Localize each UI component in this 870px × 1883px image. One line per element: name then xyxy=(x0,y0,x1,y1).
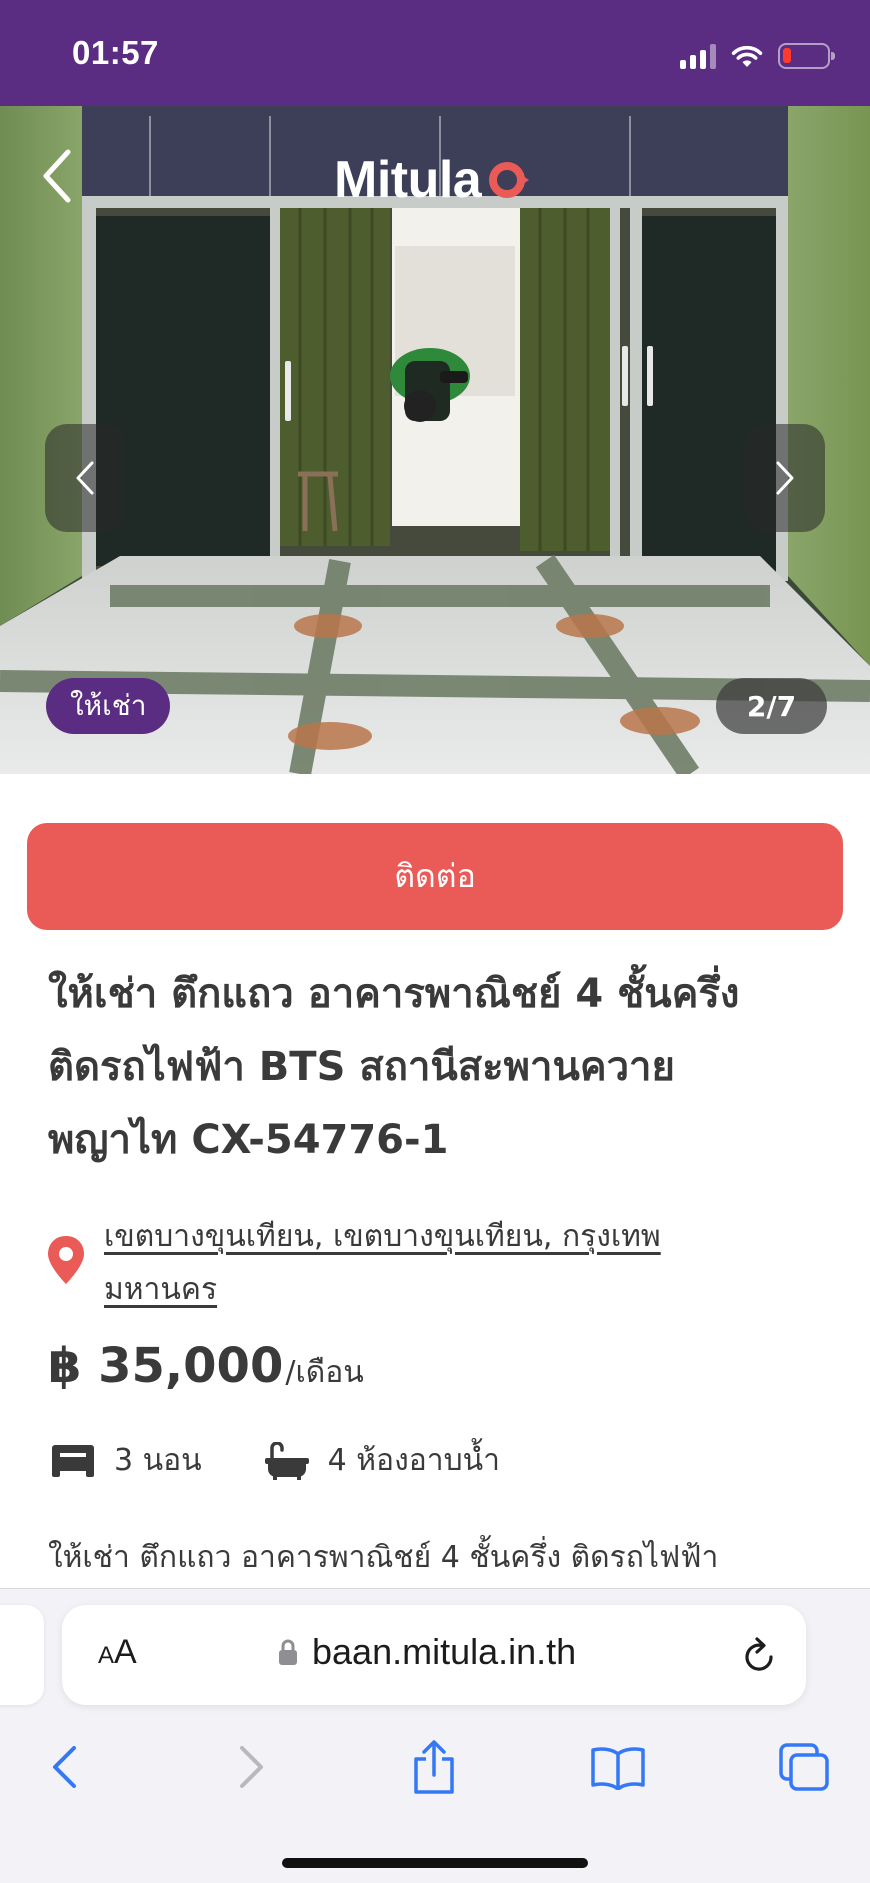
listing-title-line: ให้เช่า ตึกแถว อาคารพาณิชย์ 4 ชั้นครึ่ง xyxy=(48,971,740,1017)
previous-photo-button[interactable] xyxy=(45,424,125,532)
features-row: 3 นอน 4 ห้องอาบน้ำ xyxy=(50,1437,562,1484)
forward-button[interactable] xyxy=(222,1739,282,1795)
bathrooms-label: 4 ห้องอาบน้ำ xyxy=(327,1443,500,1478)
previous-tab-preview[interactable] xyxy=(0,1605,44,1705)
bathtub-icon xyxy=(264,1441,309,1480)
back-button[interactable] xyxy=(34,1739,94,1795)
text-size-button[interactable]: A A xyxy=(98,1633,137,1672)
location-line: มหานคร xyxy=(104,1272,218,1307)
bathrooms-feature: 4 ห้องอาบน้ำ xyxy=(264,1437,500,1484)
chevron-right-icon xyxy=(240,1746,263,1788)
map-pin-icon xyxy=(48,1236,84,1284)
bedrooms-feature: 3 นอน xyxy=(50,1437,202,1484)
price-row: ฿ 35,000 /เดือน xyxy=(48,1338,364,1396)
tabs-icon xyxy=(779,1743,829,1791)
reload-icon[interactable] xyxy=(740,1635,778,1675)
share-icon xyxy=(414,1740,454,1794)
chevron-left-icon xyxy=(53,1746,76,1788)
logo-text: Mitula xyxy=(334,151,482,209)
for-rent-badge: ให้เช่า xyxy=(46,678,171,734)
location-line: เขตบางขุนเทียน, เขตบางขุนเทียน, กรุงเทพ xyxy=(104,1219,661,1254)
next-photo-button[interactable] xyxy=(745,424,825,532)
share-button[interactable] xyxy=(404,1739,464,1795)
chevron-right-icon xyxy=(776,461,794,495)
home-indicator xyxy=(282,1858,588,1868)
price: ฿ 35,000 xyxy=(48,1338,284,1394)
location-row: เขตบางขุนเทียน, เขตบางขุนเทียน, กรุงเทพ … xyxy=(46,1210,836,1316)
cellular-signal-icon xyxy=(680,43,716,69)
battery-low-icon xyxy=(778,43,835,69)
bookmarks-button[interactable] xyxy=(588,1739,648,1795)
mitula-logo-mark-icon xyxy=(489,162,530,198)
book-icon xyxy=(591,1747,645,1790)
browser-toolbar xyxy=(0,1729,870,1809)
photo-gallery[interactable]: Mitula ให้เช่า 2/7 xyxy=(0,106,870,774)
text-size-small-letter: A xyxy=(98,1642,115,1669)
chevron-left-icon xyxy=(76,461,94,495)
lock-icon xyxy=(279,1639,297,1665)
status-icons xyxy=(680,40,835,72)
url-text: baan.mitula.in.th xyxy=(312,1631,577,1672)
mitula-logo: Mitula xyxy=(334,150,531,210)
wifi-icon xyxy=(731,45,763,67)
bed-icon xyxy=(52,1444,94,1477)
price-unit: /เดือน xyxy=(285,1355,364,1390)
listing-description: ให้เช่า ตึกแถว อาคารพาณิชย์ 4 ชั้นครึ่ง … xyxy=(48,1540,719,1575)
tabs-button[interactable] xyxy=(774,1739,834,1795)
status-bar: 01:57 xyxy=(0,0,870,106)
listing-title-line: ติดรถไฟฟ้า BTS สถานีสะพานควาย xyxy=(48,1044,675,1090)
status-time: 01:57 xyxy=(72,34,159,71)
location-link[interactable]: เขตบางขุนเทียน, เขตบางขุนเทียน, กรุงเทพ … xyxy=(104,1210,794,1316)
listing-title-line: พญาไท CX-54776-1 xyxy=(48,1117,449,1163)
listing-title: ให้เช่า ตึกแถว อาคารพาณิชย์ 4 ชั้นครึ่ง … xyxy=(48,958,838,1177)
back-chevron-icon[interactable] xyxy=(38,146,74,206)
url-display[interactable]: baan.mitula.in.th xyxy=(278,1631,576,1673)
photo-counter-badge: 2/7 xyxy=(716,678,827,734)
browser-chrome: A A baan.mitula.in.th xyxy=(0,1588,870,1883)
contact-button[interactable]: ติดต่อ xyxy=(27,823,843,930)
bedrooms-label: 3 นอน xyxy=(114,1443,202,1478)
address-bar[interactable]: A A baan.mitula.in.th xyxy=(62,1605,806,1705)
text-size-big-letter: A xyxy=(114,1633,137,1671)
